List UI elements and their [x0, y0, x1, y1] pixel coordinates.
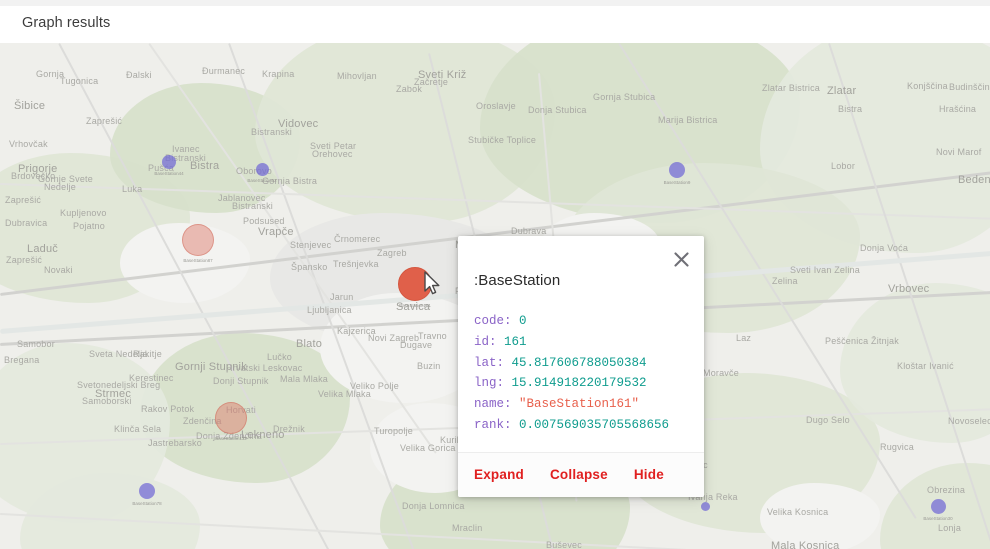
tab-bar: Graph results	[0, 6, 990, 44]
map-marker-dot[interactable]	[931, 499, 946, 514]
property-row: lat: 45.817606788050384	[474, 353, 704, 374]
collapse-button[interactable]: Collapse	[550, 467, 608, 482]
property-value: "BaseStation161"	[512, 397, 640, 411]
property-key: id:	[474, 335, 497, 349]
close-icon[interactable]	[668, 246, 694, 272]
property-value: 0	[512, 314, 527, 328]
property-value: 0.007569035705568656	[512, 418, 670, 432]
property-row: name: "BaseStation161"	[474, 394, 704, 415]
map-green-area	[140, 333, 350, 483]
map-marker-dot[interactable]	[701, 502, 710, 511]
property-row: code: 0	[474, 311, 704, 332]
property-key: lng:	[474, 376, 504, 390]
property-key: lat:	[474, 356, 504, 370]
expand-button[interactable]: Expand	[474, 467, 524, 482]
property-value: 15.914918220179532	[504, 376, 647, 390]
property-key: rank:	[474, 418, 512, 432]
property-row: rank: 0.007569035705568656	[474, 415, 704, 436]
app-root: Graph results	[0, 0, 990, 549]
map-marker-dot[interactable]	[162, 155, 176, 169]
map-urban-area	[760, 483, 880, 549]
map-marker-basestation[interactable]	[182, 224, 214, 256]
property-key: name:	[474, 397, 512, 411]
panel-footer: Expand Collapse Hide	[458, 452, 704, 497]
property-value: 161	[497, 335, 527, 349]
hide-button[interactable]: Hide	[634, 467, 664, 482]
map-marker-selected-basestation[interactable]	[398, 267, 432, 301]
property-row: lng: 15.914918220179532	[474, 373, 704, 394]
map-marker-dot[interactable]	[256, 163, 269, 176]
map-marker-dot[interactable]	[139, 483, 155, 499]
property-row: id: 161	[474, 332, 704, 353]
tab-graph-results[interactable]: Graph results	[14, 10, 118, 43]
property-value: 45.817606788050384	[504, 356, 647, 370]
close-icon-glyph	[674, 252, 689, 267]
map-marker-dot[interactable]	[669, 162, 685, 178]
tab-label: Graph results	[22, 14, 110, 32]
property-key: code:	[474, 314, 512, 328]
panel-properties: code: 0id: 161lat: 45.817606788050384lng…	[458, 289, 704, 452]
node-info-panel: :BaseStation code: 0id: 161lat: 45.81760…	[458, 236, 704, 497]
map-marker-basestation[interactable]	[215, 402, 247, 434]
